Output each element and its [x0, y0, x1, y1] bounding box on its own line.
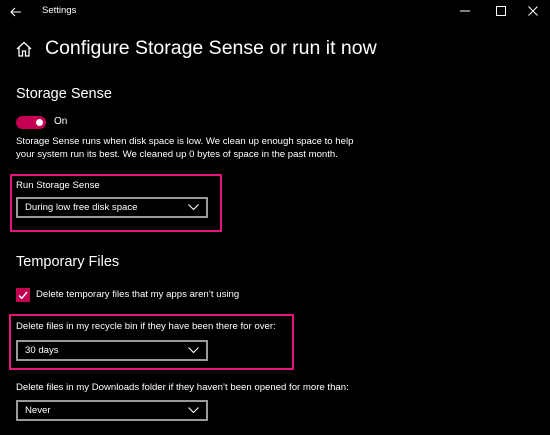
minimize-icon — [460, 10, 470, 12]
recycle-bin-label: Delete files in my recycle bin if they h… — [16, 321, 276, 332]
storage-sense-description: Storage Sense runs when disk space is lo… — [16, 136, 354, 160]
toggle-knob — [36, 119, 43, 126]
home-button[interactable] — [15, 40, 33, 58]
recycle-bin-value: 30 days — [25, 345, 59, 356]
run-storage-sense-value: During low free disk space — [25, 202, 138, 213]
delete-temp-files-label: Delete temporary files that my apps aren… — [36, 289, 240, 300]
storage-sense-toggle[interactable] — [16, 116, 46, 129]
temporary-files-heading: Temporary Files — [16, 254, 120, 270]
page-title: Configure Storage Sense or run it now — [45, 37, 377, 59]
storage-sense-heading: Storage Sense — [16, 86, 112, 102]
minimize-button[interactable] — [448, 0, 482, 22]
run-storage-sense-dropdown[interactable]: During low free disk space — [16, 197, 208, 218]
title-bar: Settings — [0, 0, 550, 24]
maximize-icon — [496, 6, 506, 16]
recycle-bin-dropdown[interactable]: 30 days — [16, 340, 208, 361]
chevron-down-icon — [188, 204, 199, 211]
home-icon — [16, 41, 32, 57]
delete-temp-files-checkbox[interactable] — [16, 288, 30, 302]
downloads-value: Never — [25, 405, 51, 416]
maximize-button[interactable] — [484, 0, 518, 22]
toggle-state-label: On — [54, 116, 68, 127]
close-icon — [528, 6, 538, 16]
chevron-down-icon — [188, 407, 199, 414]
chevron-down-icon — [188, 347, 199, 354]
downloads-dropdown[interactable]: Never — [16, 400, 208, 421]
downloads-label: Delete files in my Downloads folder if t… — [16, 382, 349, 393]
close-button[interactable] — [516, 0, 550, 22]
run-storage-sense-label: Run Storage Sense — [16, 180, 100, 191]
checkmark-icon — [18, 291, 28, 299]
app-title: Settings — [42, 5, 77, 16]
back-arrow-icon — [10, 7, 21, 17]
back-button[interactable] — [6, 3, 26, 21]
